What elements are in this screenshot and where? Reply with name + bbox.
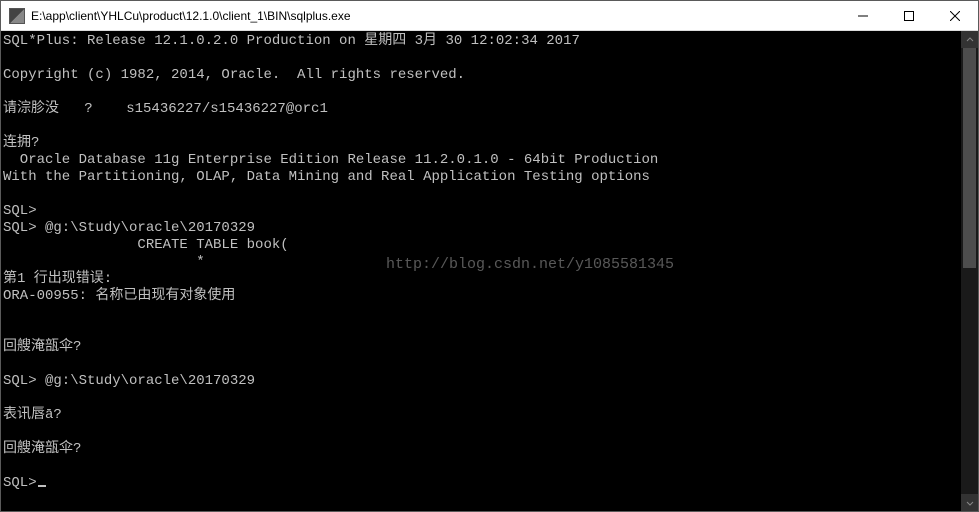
term-line: 回艘淹瓿伞? — [3, 339, 81, 355]
scroll-up-button[interactable] — [961, 31, 978, 48]
scroll-thumb[interactable] — [963, 48, 976, 268]
term-line: Copyright (c) 1982, 2014, Oracle. All ri… — [3, 67, 465, 83]
maximize-icon — [904, 11, 914, 21]
term-line: * — [3, 254, 205, 270]
minimize-button[interactable] — [840, 1, 886, 31]
term-line: ORA-00955: 名称已由现有对象使用 — [3, 288, 235, 304]
scroll-track[interactable] — [961, 48, 978, 494]
term-line: 表讯唇ā? — [3, 407, 62, 423]
terminal-area: SQL*Plus: Release 12.1.0.2.0 Production … — [1, 31, 978, 511]
term-line: SQL> — [3, 475, 37, 491]
window-title: E:\app\client\YHLCu\product\12.1.0\clien… — [31, 9, 351, 23]
app-icon — [9, 8, 25, 24]
close-button[interactable] — [932, 1, 978, 31]
term-line: SQL> @g:\Study\oracle\20170329 — [3, 220, 255, 236]
minimize-icon — [858, 11, 868, 21]
term-line: 请淙胗没 ? s15436227/s15436227@orc1 — [3, 101, 328, 117]
titlebar: E:\app\client\YHLCu\product\12.1.0\clien… — [1, 1, 978, 31]
term-line: 第1 行出现错误: — [3, 271, 112, 287]
scrollbar[interactable] — [961, 31, 978, 511]
term-line: With the Partitioning, OLAP, Data Mining… — [3, 169, 650, 185]
terminal[interactable]: SQL*Plus: Release 12.1.0.2.0 Production … — [1, 31, 961, 511]
watermark: http://blog.csdn.net/y1085581345 — [386, 256, 674, 273]
scroll-down-button[interactable] — [961, 494, 978, 511]
term-line: 连拥? — [3, 135, 39, 151]
term-line: 回艘淹瓿伞? — [3, 441, 81, 457]
term-line: CREATE TABLE book( — [3, 237, 289, 253]
cursor — [38, 485, 46, 487]
term-line: SQL*Plus: Release 12.1.0.2.0 Production … — [3, 33, 580, 49]
chevron-down-icon — [966, 499, 974, 507]
close-icon — [950, 11, 960, 21]
term-line: SQL> @g:\Study\oracle\20170329 — [3, 373, 255, 389]
maximize-button[interactable] — [886, 1, 932, 31]
term-line: Oracle Database 11g Enterprise Edition R… — [3, 152, 658, 168]
chevron-up-icon — [966, 36, 974, 44]
term-line: SQL> — [3, 203, 37, 219]
